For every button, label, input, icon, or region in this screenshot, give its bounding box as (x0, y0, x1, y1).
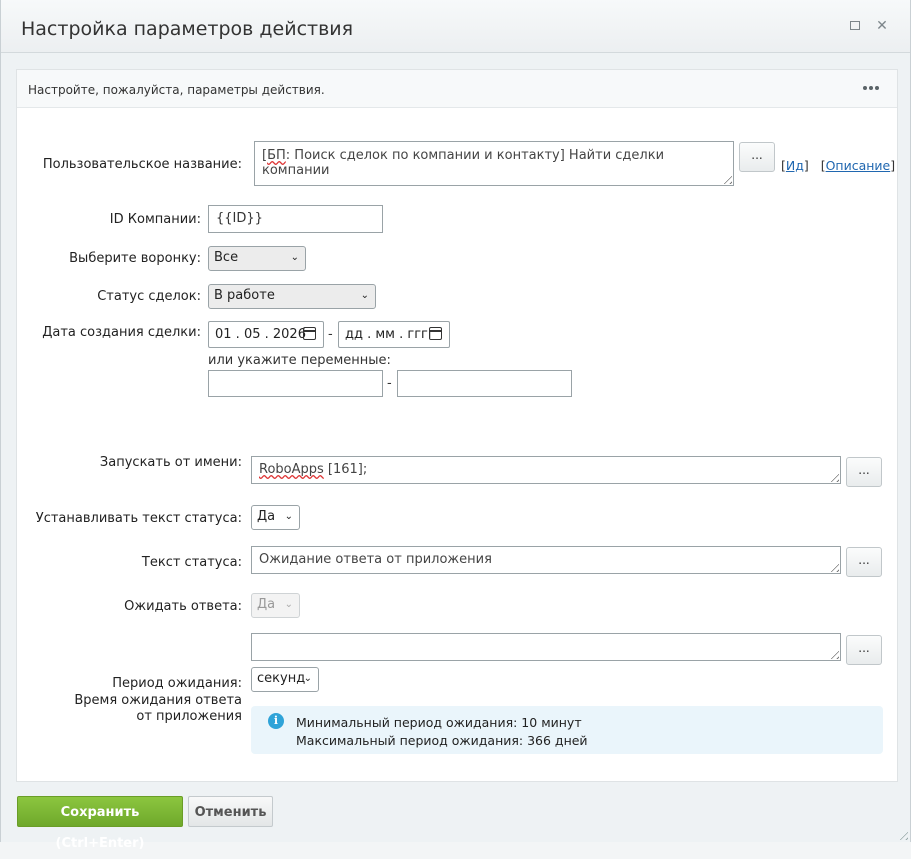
run-as-user: RoboApps (259, 462, 324, 477)
panel-hint: Настройте, пожалуйста, параметры действи… (28, 83, 325, 97)
variable-range-dash: - (387, 376, 392, 391)
date-to-value: дд . мм . гггг (345, 327, 435, 342)
date-range-dash: - (328, 327, 333, 342)
custom-name-text: : Поиск сделок по компании и контакту] Н… (262, 148, 665, 178)
status-text-label: Текст статуса: (141, 555, 242, 570)
info-min-period: Минимальный период ожидания: 10 минут (296, 715, 582, 730)
chevron-down-icon: ⌄ (284, 599, 293, 610)
wait-time-label: Время ожидания ответа от приложения (74, 693, 242, 724)
date-from-field[interactable]: 01 . 05 . 2026 (208, 321, 324, 348)
run-as-id: [161]; (323, 462, 368, 477)
wait-response-label: Ожидать ответа: (124, 599, 242, 614)
chevron-down-icon: ⌄ (284, 511, 293, 522)
date-from-value: 01 . 05 . 2026 (215, 327, 306, 342)
close-icon[interactable]: ✕ (875, 19, 889, 33)
or-variables-label: или укажите переменные: (208, 353, 391, 368)
deal-status-selected: В работе (214, 288, 275, 303)
wait-period-field[interactable] (251, 633, 841, 661)
set-status-text-selected: Да (257, 509, 276, 524)
dialog: Настройка параметров действия ✕ Настройт… (0, 0, 911, 851)
chevron-down-icon: ⌄ (290, 252, 299, 263)
calendar-icon[interactable] (303, 327, 316, 340)
deal-status-select[interactable]: В работе ⌄ (208, 284, 376, 309)
calendar-icon[interactable] (429, 327, 442, 340)
set-status-text-label: Устанавливать текст статуса: (35, 511, 242, 526)
panel-header: Настройте, пожалуйста, параметры действи… (17, 70, 897, 108)
date-to-variable-field[interactable] (397, 370, 572, 397)
company-id-label: ID Компании: (109, 212, 201, 227)
cancel-button[interactable]: Отменить (188, 796, 273, 827)
title-bar: Настройка параметров действия ✕ (1, 0, 910, 53)
dialog-title: Настройка параметров действия (21, 18, 354, 40)
window-resize-grip-icon[interactable] (896, 828, 908, 840)
save-button[interactable]: Сохранить (Ctrl+Enter) (17, 796, 183, 851)
resize-grip-icon[interactable] (720, 172, 732, 184)
wait-period-unit: секунд (257, 671, 306, 686)
wait-period-picker-button[interactable]: ... (846, 635, 882, 665)
funnel-select[interactable]: Все ⌄ (208, 246, 306, 271)
set-status-text-select[interactable]: Да ⌄ (251, 505, 300, 530)
run-as-picker-button[interactable]: ... (846, 457, 882, 487)
wait-period-label: Период ожидания: (112, 676, 242, 691)
run-as-field[interactable]: RoboApps [161]; (251, 456, 841, 484)
date-to-field[interactable]: дд . мм . гггг (338, 321, 450, 348)
resize-grip-icon[interactable] (827, 470, 839, 482)
status-text-picker-button[interactable]: ... (846, 547, 882, 577)
wait-period-unit-select[interactable]: секунд ⌄ (251, 667, 319, 692)
company-id-field[interactable]: {{ID}} (208, 205, 383, 233)
custom-name-links: [Ид] [Описание] (781, 158, 896, 173)
maximize-icon[interactable] (848, 19, 862, 33)
run-as-label: Запускать от имени: (99, 455, 242, 470)
info-box: i Минимальный период ожидания: 10 минут … (251, 706, 883, 754)
deal-status-label: Статус сделок: (97, 289, 201, 304)
description-link[interactable]: Описание (826, 158, 891, 173)
status-text-field[interactable]: Ожидание ответа от приложения (251, 546, 841, 574)
chevron-down-icon: ⌄ (360, 290, 369, 301)
more-options-icon[interactable] (863, 80, 881, 94)
wait-response-select: Да ⌄ (251, 593, 300, 618)
created-date-label: Дата создания сделки: (42, 325, 201, 340)
funnel-label: Выберите воронку: (69, 251, 201, 266)
chevron-down-icon: ⌄ (303, 673, 312, 684)
info-icon: i (268, 713, 284, 729)
custom-name-field[interactable]: [БП: Поиск сделок по компании и контакту… (254, 141, 734, 186)
id-link[interactable]: Ид (786, 158, 804, 173)
status-text-value: Ожидание ответа от приложения (259, 552, 492, 567)
info-max-period: Максимальный период ожидания: 366 дней (296, 733, 588, 748)
date-from-variable-field[interactable] (208, 370, 383, 397)
custom-name-label: Пользовательское название: (42, 157, 242, 172)
funnel-selected: Все (214, 250, 239, 265)
resize-grip-icon[interactable] (827, 560, 839, 572)
custom-name-picker-button[interactable]: ... (739, 142, 775, 172)
resize-grip-icon[interactable] (827, 647, 839, 659)
wait-response-selected: Да (257, 597, 276, 612)
custom-name-abbr: БП (267, 148, 286, 163)
